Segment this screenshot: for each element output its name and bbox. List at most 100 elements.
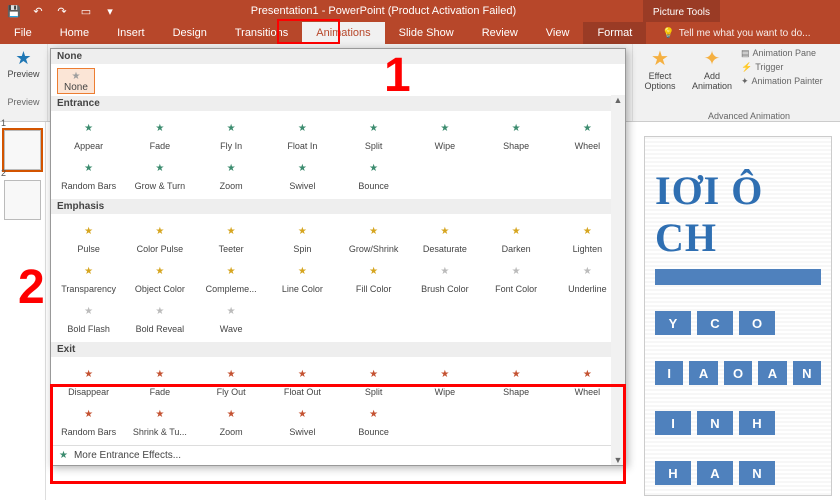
- emphasis-grid: ★Pulse★Color Pulse★Teeter★Spin★Grow/Shri…: [51, 214, 625, 342]
- star-icon: ★: [124, 300, 195, 324]
- animation-desaturate[interactable]: ★Desaturate: [409, 216, 480, 256]
- tab-view[interactable]: View: [532, 22, 584, 44]
- animation-split[interactable]: ★Split: [338, 359, 409, 399]
- animation-wipe[interactable]: ★Wipe: [409, 359, 480, 399]
- animation-object-color[interactable]: ★Object Color: [124, 256, 195, 296]
- animation-spin[interactable]: ★Spin: [267, 216, 338, 256]
- star-icon: ★: [53, 363, 124, 387]
- add-animation-icon: ✦: [689, 46, 735, 71]
- animation-fade[interactable]: ★Fade: [124, 113, 195, 153]
- animation-bold-flash[interactable]: ★Bold Flash: [53, 296, 124, 336]
- animation-color-pulse[interactable]: ★Color Pulse: [124, 216, 195, 256]
- save-icon[interactable]: 💾: [8, 5, 20, 17]
- crossword-cell: N: [697, 411, 733, 435]
- animation-pane-button[interactable]: ▤Animation Pane: [741, 46, 823, 60]
- animation-label: Shrink & Tu...: [124, 427, 195, 437]
- animation-shape[interactable]: ★Shape: [481, 359, 552, 399]
- animation-pulse[interactable]: ★Pulse: [53, 216, 124, 256]
- animation-bold-reveal[interactable]: ★Bold Reveal: [124, 296, 195, 336]
- slide-title-text: IƠI Ô CH: [655, 167, 821, 261]
- animation-swivel[interactable]: ★Swivel: [267, 399, 338, 439]
- crossword-cell: N: [739, 461, 775, 485]
- animation-compleme-[interactable]: ★Compleme...: [196, 256, 267, 296]
- start-slideshow-icon[interactable]: ▭: [80, 5, 92, 17]
- scroll-down-icon[interactable]: ▼: [614, 455, 623, 465]
- animation-swivel[interactable]: ★Swivel: [267, 153, 338, 193]
- animation-label: Darken: [481, 244, 552, 254]
- animation-grow-turn[interactable]: ★Grow & Turn: [124, 153, 195, 193]
- animation-label: Color Pulse: [124, 244, 195, 254]
- add-animation-button[interactable]: ✦ Add Animation: [689, 46, 735, 121]
- animation-brush-color[interactable]: ★Brush Color: [409, 256, 480, 296]
- tab-review[interactable]: Review: [468, 22, 532, 44]
- tab-format[interactable]: Format: [583, 22, 646, 44]
- tab-insert[interactable]: Insert: [103, 22, 159, 44]
- animation-none[interactable]: ★ None: [57, 68, 95, 94]
- animation-bounce[interactable]: ★Bounce: [338, 153, 409, 193]
- animation-font-color[interactable]: ★Font Color: [481, 256, 552, 296]
- animation-wipe[interactable]: ★Wipe: [409, 113, 480, 153]
- animation-painter-button[interactable]: ✦Animation Painter: [741, 74, 823, 88]
- qat-more-icon[interactable]: ▾: [104, 5, 116, 17]
- animation-line-color[interactable]: ★Line Color: [267, 256, 338, 296]
- animation-grow-shrink[interactable]: ★Grow/Shrink: [338, 216, 409, 256]
- animation-shrink-tu-[interactable]: ★Shrink & Tu...: [124, 399, 195, 439]
- star-icon: ★: [124, 220, 195, 244]
- animation-fade[interactable]: ★Fade: [124, 359, 195, 399]
- tab-file[interactable]: File: [0, 22, 46, 44]
- star-icon: ★: [196, 300, 267, 324]
- animation-darken[interactable]: ★Darken: [481, 216, 552, 256]
- star-icon: ★: [124, 363, 195, 387]
- crossword-row: YCO: [655, 311, 821, 335]
- animation-fly-out[interactable]: ★Fly Out: [196, 359, 267, 399]
- undo-icon[interactable]: ↶: [32, 5, 44, 17]
- preview-group[interactable]: ★ Preview Preview: [0, 44, 48, 121]
- animation-split[interactable]: ★Split: [338, 113, 409, 153]
- effect-options-button[interactable]: ★ Effect Options: [637, 46, 683, 121]
- animation-float-out[interactable]: ★Float Out: [267, 359, 338, 399]
- trigger-label: Trigger: [755, 60, 783, 74]
- gallery-scrollbar[interactable]: ▲ ▼: [611, 95, 625, 465]
- slide-canvas[interactable]: IƠI Ô CH YCOIAOANINHHAN: [644, 136, 832, 496]
- crossword-cell: I: [655, 361, 683, 385]
- animation-zoom[interactable]: ★Zoom: [196, 399, 267, 439]
- star-icon: ★: [481, 117, 552, 141]
- tab-home[interactable]: Home: [46, 22, 103, 44]
- animation-transparency[interactable]: ★Transparency: [53, 256, 124, 296]
- slide-thumbnail-2[interactable]: [4, 180, 41, 220]
- star-icon: ★: [267, 363, 338, 387]
- redo-icon[interactable]: ↷: [56, 5, 68, 17]
- animation-random-bars[interactable]: ★Random Bars: [53, 399, 124, 439]
- tell-me-search[interactable]: 💡 Tell me what you want to do...: [646, 28, 840, 39]
- tab-slideshow[interactable]: Slide Show: [385, 22, 468, 44]
- animation-teeter[interactable]: ★Teeter: [196, 216, 267, 256]
- animation-float-in[interactable]: ★Float In: [267, 113, 338, 153]
- animation-label: Zoom: [196, 427, 267, 437]
- animation-zoom[interactable]: ★Zoom: [196, 153, 267, 193]
- animation-pane-label: Animation Pane: [753, 46, 817, 60]
- trigger-button[interactable]: ⚡Trigger: [741, 60, 823, 74]
- tab-design[interactable]: Design: [159, 22, 221, 44]
- more-star-icon: ★: [59, 450, 68, 461]
- animation-fly-in[interactable]: ★Fly In: [196, 113, 267, 153]
- animation-label: Swivel: [267, 427, 338, 437]
- crossword-cell: Y: [655, 311, 691, 335]
- exit-grid: ★Disappear★Fade★Fly Out★Float Out★Split★…: [51, 357, 625, 445]
- more-entrance-effects[interactable]: ★ More Entrance Effects...: [51, 445, 625, 465]
- animation-fill-color[interactable]: ★Fill Color: [338, 256, 409, 296]
- animation-random-bars[interactable]: ★Random Bars: [53, 153, 124, 193]
- advanced-list: ▤Animation Pane ⚡Trigger ✦Animation Pain…: [741, 46, 823, 121]
- star-icon: ★: [267, 260, 338, 284]
- animation-appear[interactable]: ★Appear: [53, 113, 124, 153]
- animation-wave[interactable]: ★Wave: [196, 296, 267, 336]
- animation-label: Zoom: [196, 181, 267, 191]
- animation-bounce[interactable]: ★Bounce: [338, 399, 409, 439]
- animation-shape[interactable]: ★Shape: [481, 113, 552, 153]
- star-icon: ★: [53, 157, 124, 181]
- gallery-section-none: None: [51, 49, 625, 64]
- preview-group-caption: Preview: [0, 97, 47, 107]
- animation-label: Appear: [53, 141, 124, 151]
- slide-thumbnail-1[interactable]: [4, 130, 41, 170]
- scroll-up-icon[interactable]: ▲: [614, 95, 623, 105]
- animation-disappear[interactable]: ★Disappear: [53, 359, 124, 399]
